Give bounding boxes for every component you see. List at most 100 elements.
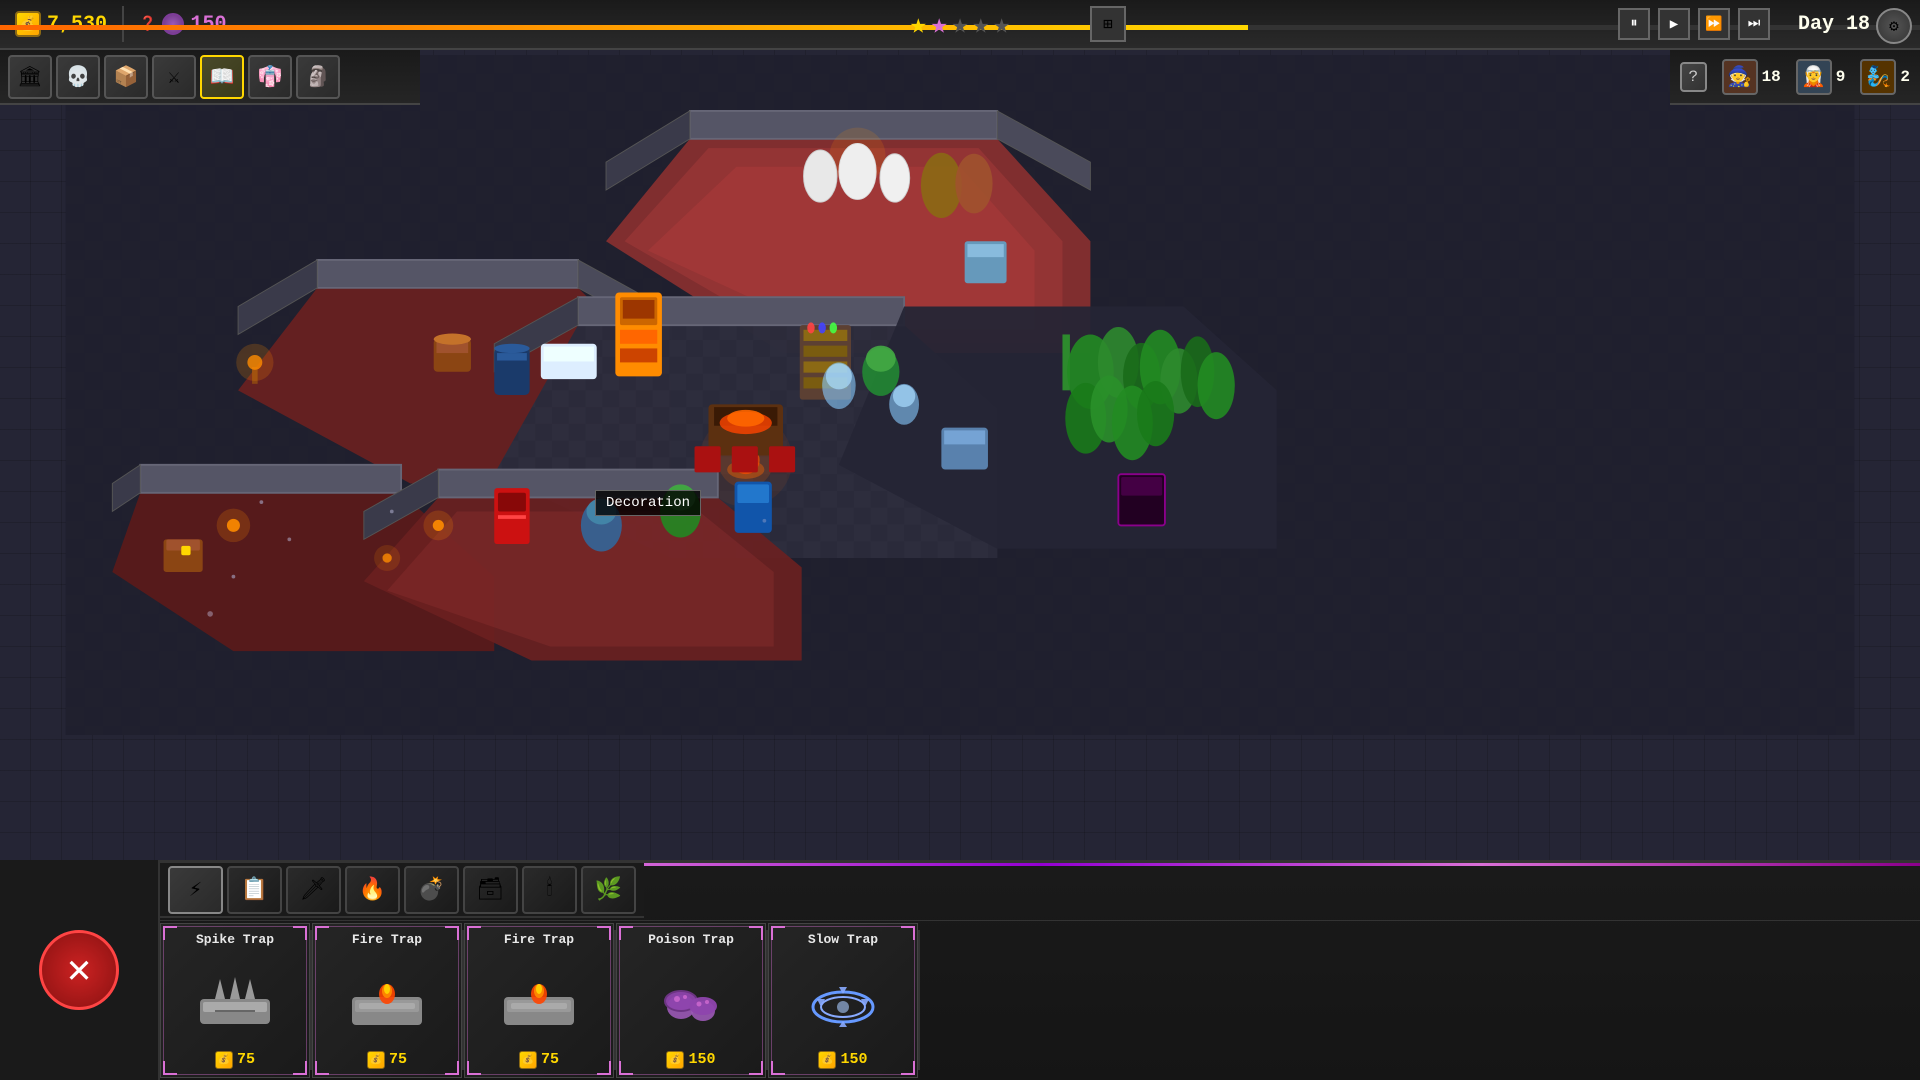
mana-icon bbox=[162, 13, 184, 35]
card-corner-bl bbox=[163, 1061, 177, 1075]
card-corner-br bbox=[293, 1061, 307, 1075]
warrior-count: 18 bbox=[1762, 68, 1781, 86]
top-hud: 💰 7,530 ❓ 150 ★ ★ ★ ★ ★ ⊞ ⏸ ▶ ⏩ ⏭ Day 18… bbox=[0, 0, 1920, 50]
slow-trap-cost: 💰 150 bbox=[818, 1051, 867, 1069]
spike-trap-cost-icon: 💰 bbox=[215, 1051, 233, 1069]
item-card-slow-trap[interactable]: Slow Trap 💰 150 bbox=[768, 923, 918, 1078]
fire-trap-1-image bbox=[347, 964, 427, 1034]
mana-display: ❓ 150 bbox=[124, 0, 241, 48]
card-corner-br bbox=[901, 1061, 915, 1075]
star-rating: ★ ★ ★ ★ ★ bbox=[910, 7, 1010, 42]
cancel-button[interactable]: ✕ bbox=[39, 930, 119, 1010]
bottom-panel: ✕ ⚡ 📋 🗡 🔥 💣 🗃 🕯 🌿 Spike Trap bbox=[0, 860, 1920, 1080]
fire-trap-1-cost: 💰 75 bbox=[367, 1051, 407, 1069]
poison-trap-name: Poison Trap bbox=[648, 932, 734, 947]
faster-forward-button[interactable]: ⏭ bbox=[1738, 8, 1770, 40]
pause-button[interactable]: ⏸ bbox=[1618, 8, 1650, 40]
item-tab-spike[interactable]: 🗡 bbox=[286, 866, 341, 914]
card-corner-tr bbox=[445, 926, 459, 940]
spike-trap-cost: 💰 75 bbox=[215, 1051, 255, 1069]
card-corner-bl bbox=[771, 1061, 785, 1075]
gold-icon: 💰 bbox=[15, 11, 41, 37]
star-5: ★ bbox=[993, 7, 1010, 42]
item-cards: Spike Trap 💰 75 bbox=[160, 920, 1920, 1080]
playback-controls: ⏸ ▶ ⏩ ⏭ bbox=[1618, 8, 1770, 40]
fire-trap-2-image bbox=[499, 964, 579, 1034]
card-corner-bl bbox=[315, 1061, 329, 1075]
star-3: ★ bbox=[952, 7, 969, 42]
item-tab-plant[interactable]: 🌿 bbox=[581, 866, 636, 914]
fast-forward-button[interactable]: ⏩ bbox=[1698, 8, 1730, 40]
fire-trap-2-name: Fire Trap bbox=[504, 932, 574, 947]
card-corner-tl bbox=[467, 926, 481, 940]
toolbar-btn-figure[interactable]: 🗿 bbox=[296, 55, 340, 99]
slow-trap-cost-icon: 💰 bbox=[818, 1051, 836, 1069]
fire-trap-1-cost-icon: 💰 bbox=[367, 1051, 385, 1069]
star-2: ★ bbox=[931, 7, 948, 42]
toolbar-btn-cloth[interactable]: 👘 bbox=[248, 55, 292, 99]
toolbar-btn-chest[interactable]: 📦 bbox=[104, 55, 148, 99]
item-card-fire-trap-2[interactable]: Fire Trap 💰 75 bbox=[464, 923, 614, 1078]
star-4: ★ bbox=[972, 7, 989, 42]
poison-trap-image bbox=[651, 964, 731, 1034]
archer-avatar: 🧝 bbox=[1796, 59, 1832, 95]
char-warrior: 🧙 18 bbox=[1722, 59, 1781, 95]
item-card-spike-trap[interactable]: Spike Trap 💰 75 bbox=[160, 923, 310, 1078]
poison-trap-cost: 💰 150 bbox=[666, 1051, 715, 1069]
card-corner-br bbox=[445, 1061, 459, 1075]
mage-avatar: 🧞 bbox=[1860, 59, 1896, 95]
help-button[interactable]: ? bbox=[1680, 62, 1707, 92]
gold-display: 💰 7,530 bbox=[0, 0, 122, 48]
card-corner-tr bbox=[901, 926, 915, 940]
item-tab-torch[interactable]: 🕯 bbox=[522, 866, 577, 914]
toolbar-btn-sword[interactable]: ⚔ bbox=[152, 55, 196, 99]
spike-trap-name: Spike Trap bbox=[196, 932, 274, 947]
card-corner-bl bbox=[467, 1061, 481, 1075]
item-card-poison-trap[interactable]: Poison Trap 💰 150 bbox=[616, 923, 766, 1078]
fire-trap-1-cost-amount: 75 bbox=[389, 1051, 407, 1068]
fire-trap-1-name: Fire Trap bbox=[352, 932, 422, 947]
toolbar-btn-skull[interactable]: 💀 bbox=[56, 55, 100, 99]
item-tabs: ⚡ 📋 🗡 🔥 💣 🗃 🕯 🌿 bbox=[160, 863, 644, 918]
right-hud: ? 🧙 18 🧝 9 🧞 2 bbox=[1670, 50, 1920, 105]
star-1: ★ bbox=[910, 7, 927, 42]
spike-trap-image bbox=[195, 964, 275, 1034]
item-tab-fire[interactable]: 🔥 bbox=[345, 866, 400, 914]
item-card-fire-trap-1[interactable]: Fire Trap 💰 75 bbox=[312, 923, 462, 1078]
card-corner-bl bbox=[619, 1061, 633, 1075]
item-tab-bomb[interactable]: 💣 bbox=[404, 866, 459, 914]
card-corner-tr bbox=[749, 926, 763, 940]
day-counter: Day 18 bbox=[1798, 13, 1870, 36]
card-corner-tl bbox=[315, 926, 329, 940]
char-archer: 🧝 9 bbox=[1796, 59, 1846, 95]
item-tab-list[interactable]: 📋 bbox=[227, 866, 282, 914]
play-button[interactable]: ▶ bbox=[1658, 8, 1690, 40]
card-corner-br bbox=[749, 1061, 763, 1075]
toolbar-btn-book[interactable]: 📖 bbox=[200, 55, 244, 99]
warrior-avatar: 🧙 bbox=[1722, 59, 1758, 95]
archer-count: 9 bbox=[1836, 68, 1846, 86]
card-corner-tl bbox=[771, 926, 785, 940]
gold-amount: 7,530 bbox=[47, 13, 107, 36]
mage-count: 2 bbox=[1900, 68, 1910, 86]
menu-center-icon[interactable]: ⊞ bbox=[1090, 6, 1126, 42]
card-divider-5 bbox=[918, 930, 920, 1070]
hud-progress-fill bbox=[0, 25, 1248, 30]
mana-amount: 150 bbox=[190, 13, 226, 36]
slow-trap-name: Slow Trap bbox=[808, 932, 878, 947]
second-toolbar: 🏛 💀 📦 ⚔ 📖 👘 🗿 bbox=[0, 50, 420, 105]
card-corner-tr bbox=[597, 926, 611, 940]
cancel-icon: ✕ bbox=[67, 946, 91, 995]
char-mage: 🧞 2 bbox=[1860, 59, 1910, 95]
settings-button[interactable]: ⚙ bbox=[1876, 8, 1912, 44]
slow-trap-image bbox=[803, 964, 883, 1034]
decoration-label: Decoration bbox=[595, 490, 701, 516]
item-tab-all[interactable]: ⚡ bbox=[168, 866, 223, 914]
slow-trap-cost-amount: 150 bbox=[840, 1051, 867, 1068]
card-corner-tr bbox=[293, 926, 307, 940]
item-tab-box[interactable]: 🗃 bbox=[463, 866, 518, 914]
fire-trap-2-cost: 💰 75 bbox=[519, 1051, 559, 1069]
toolbar-btn-arch[interactable]: 🏛 bbox=[8, 55, 52, 99]
card-corner-br bbox=[597, 1061, 611, 1075]
card-corner-tl bbox=[619, 926, 633, 940]
